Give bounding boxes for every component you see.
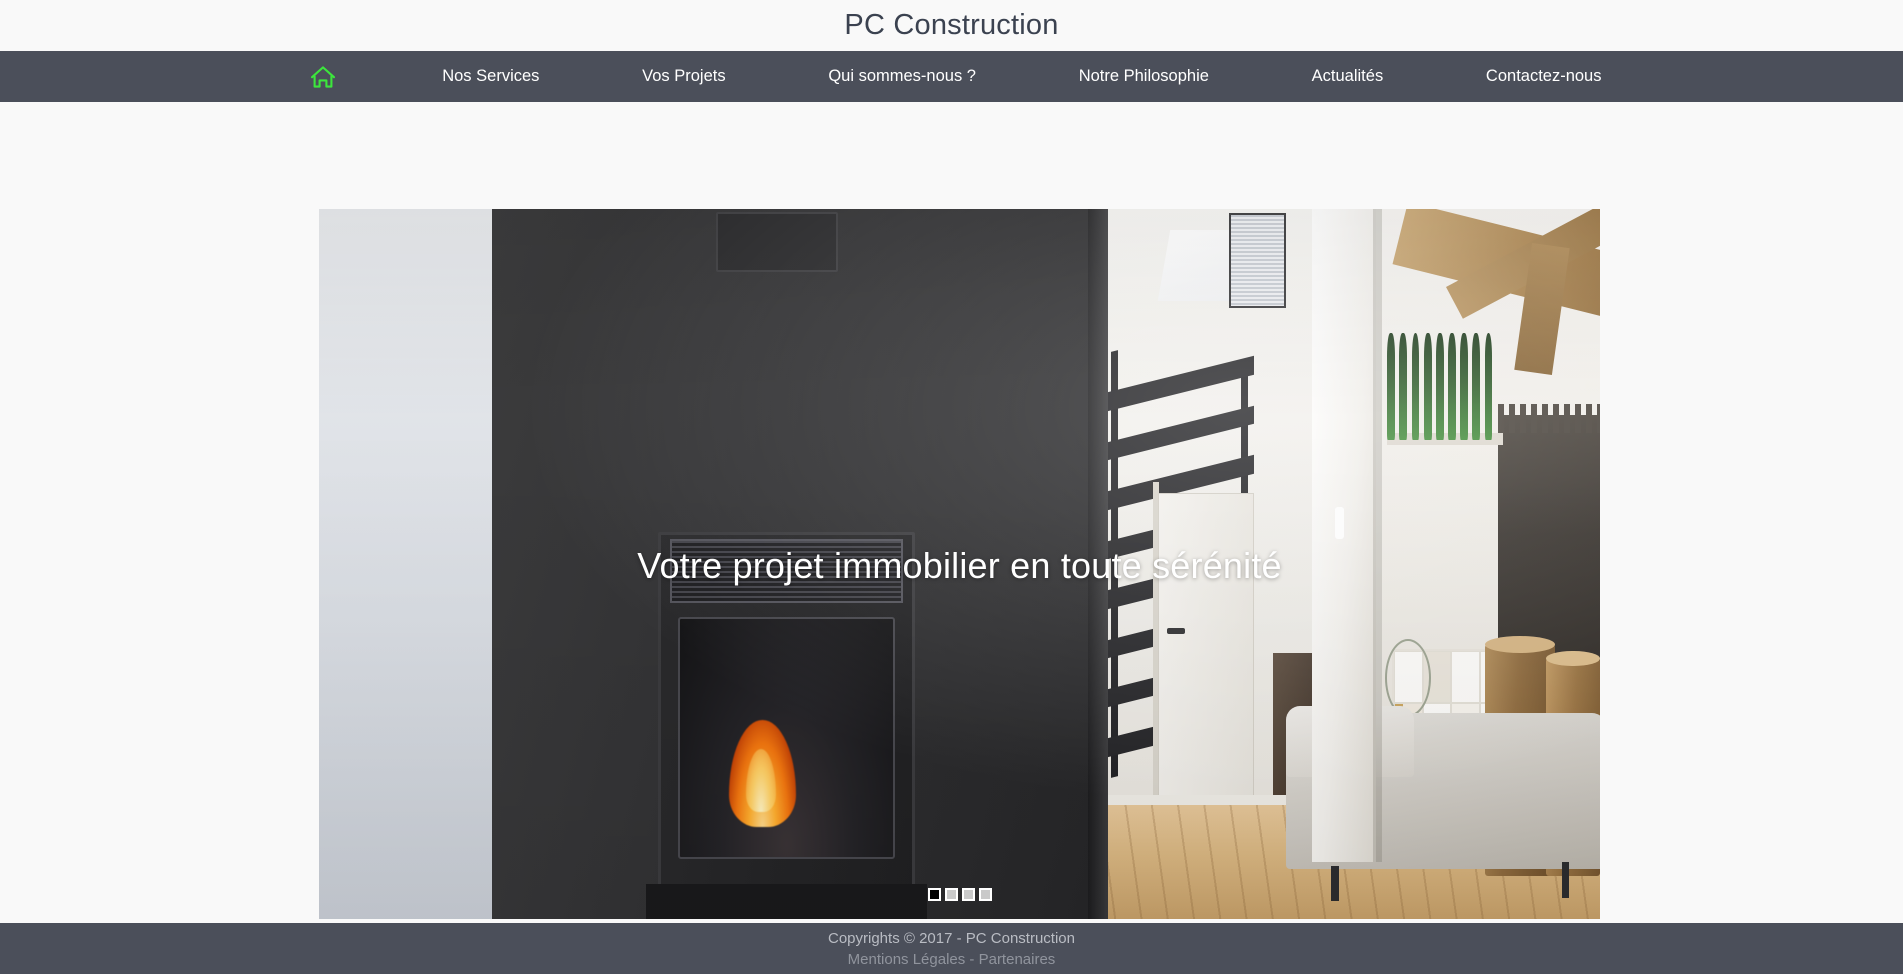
nav-item-actualites[interactable]: Actualités	[1312, 51, 1384, 102]
footer-link-mentions-legales[interactable]: Mentions Légales	[848, 951, 966, 968]
slider-pagination	[319, 888, 1600, 901]
site-header: PC Construction	[0, 0, 1903, 51]
footer-link-partenaires[interactable]: Partenaires	[979, 951, 1056, 968]
footer-links: Mentions Légales - Partenaires	[848, 950, 1056, 969]
slider-dot-3[interactable]	[961, 888, 975, 901]
slider-dot-2[interactable]	[944, 888, 958, 901]
slider-dot-4[interactable]	[978, 888, 992, 901]
nav-item-qui-sommes-nous[interactable]: Qui sommes-nous ?	[828, 51, 976, 102]
slider-dot-1[interactable]	[927, 888, 941, 901]
page-title: PC Construction	[844, 9, 1059, 41]
hero-slider: Votre projet immobilier en toute sérénit…	[319, 209, 1600, 919]
nav-item-nos-services[interactable]: Nos Services	[442, 51, 539, 102]
nav-item-home[interactable]	[306, 60, 340, 94]
nav-inner: Nos Services Vos Projets Qui sommes-nous…	[302, 51, 1602, 102]
hero-caption: Votre projet immobilier en toute sérénit…	[637, 545, 1282, 586]
site-footer: Copyrights © 2017 - PC Construction Ment…	[0, 923, 1903, 974]
footer-separator: -	[965, 950, 979, 968]
nav-item-notre-philosophie[interactable]: Notre Philosophie	[1079, 51, 1209, 102]
wine-bottles	[1385, 333, 1507, 440]
nav-item-vos-projets[interactable]: Vos Projets	[642, 51, 725, 102]
main-navigation: Nos Services Vos Projets Qui sommes-nous…	[0, 51, 1903, 102]
home-icon	[310, 65, 336, 89]
footer-copyright: Copyrights © 2017 - PC Construction	[828, 929, 1075, 947]
nav-item-contactez-nous[interactable]: Contactez-nous	[1486, 51, 1602, 102]
main-content: Votre projet immobilier en toute sérénit…	[0, 102, 1903, 923]
